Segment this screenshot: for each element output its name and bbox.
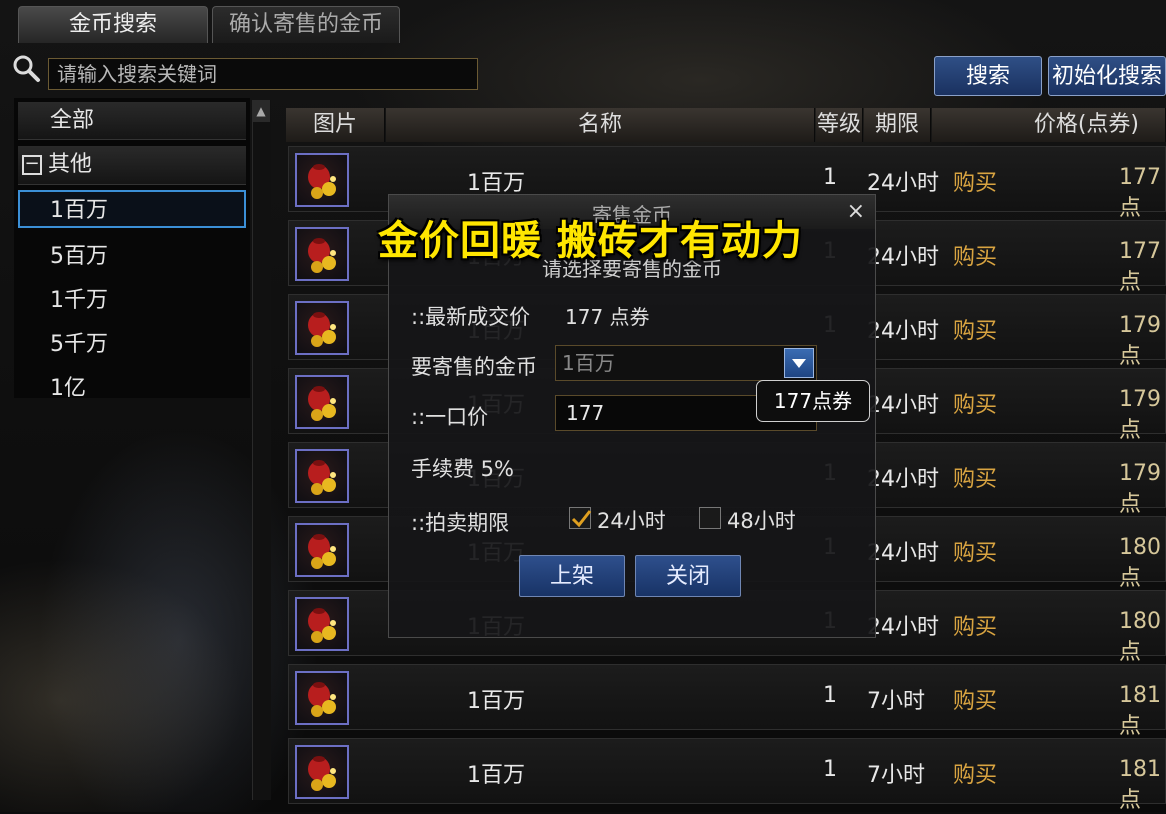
item-level: 1 [823, 683, 837, 708]
scroll-up-icon[interactable]: ▲ [252, 100, 270, 122]
buy-link[interactable]: 购买 [953, 313, 997, 345]
category-other-label: 其他 [48, 152, 93, 177]
item-period: 24小时 [867, 541, 939, 566]
gold-pouch-icon [295, 375, 349, 429]
option-48h-label: 48小时 [727, 509, 796, 533]
buy-link[interactable]: 购买 [953, 609, 997, 641]
search-icon [10, 52, 44, 86]
search-button[interactable]: 搜索 [934, 56, 1042, 96]
item-price: 177 点 [1119, 165, 1161, 221]
list-item-button[interactable]: 上架 [519, 555, 625, 597]
item-name: 1百万 [467, 171, 525, 196]
gold-pouch-icon [295, 449, 349, 503]
option-24h-label: 24小时 [597, 509, 666, 533]
buy-link[interactable]: 购买 [953, 239, 997, 271]
gold-pouch-icon [295, 523, 349, 577]
item-price: 180 点 [1119, 609, 1161, 665]
gold-pouch-icon [295, 745, 349, 799]
collapse-icon[interactable]: − [22, 155, 42, 175]
buy-link[interactable]: 购买 [953, 387, 997, 419]
header-name[interactable]: 名称 [386, 108, 815, 142]
item-price: 179 点 [1119, 313, 1161, 369]
table-header: 图片 名称 等级 期限 价格(点券) [286, 108, 1166, 142]
item-price: 179 点 [1119, 387, 1161, 443]
category-other[interactable]: − 其他 [18, 146, 246, 185]
item-period: 24小时 [867, 393, 939, 418]
buy-link[interactable]: 购买 [953, 683, 997, 715]
check-icon [571, 510, 592, 528]
header-price[interactable]: 价格(点券) [932, 108, 1166, 142]
buy-link[interactable]: 购买 [953, 461, 997, 493]
buy-link[interactable]: 购买 [953, 757, 997, 789]
gold-select[interactable]: 1百万 [555, 345, 817, 381]
gold-select-value: 1百万 [562, 351, 615, 375]
auction-period-label: ::拍卖期限 [411, 511, 510, 535]
gold-pouch-icon [295, 153, 349, 207]
buyout-label: ::一口价 [411, 405, 489, 429]
item-price: 181 点 [1119, 683, 1161, 739]
category-scrollbar[interactable] [252, 100, 271, 800]
category-item-5m[interactable]: 5百万 [18, 238, 246, 276]
item-price: 179 点 [1119, 461, 1161, 517]
tab-confirm-consigned[interactable]: 确认寄售的金币 [212, 6, 400, 43]
close-icon[interactable]: × [847, 199, 865, 224]
header-period[interactable]: 期限 [864, 108, 931, 142]
category-all[interactable]: 全部 [18, 102, 246, 140]
category-item-1m[interactable]: 1百万 [18, 190, 246, 228]
item-period: 24小时 [867, 467, 939, 492]
checkbox-48h[interactable] [699, 507, 721, 529]
latest-price-label: ::最新成交价 [411, 305, 531, 329]
header-level[interactable]: 等级 [816, 108, 863, 142]
item-name: 1百万 [467, 689, 525, 714]
close-dialog-button[interactable]: 关闭 [635, 555, 741, 597]
price-tooltip: 177点券 [756, 380, 870, 422]
chevron-down-icon[interactable] [784, 348, 814, 378]
table-row[interactable]: 1百万 1 7小时 购买 181 点 [288, 664, 1166, 739]
search-input[interactable]: 请输入搜索关键词 [48, 58, 478, 90]
overlay-caption: 金价回暖 搬砖才有动力 [378, 218, 803, 264]
checkbox-24h[interactable] [569, 507, 592, 529]
tab-gold-search[interactable]: 金币搜索 [18, 6, 208, 43]
gold-pouch-icon [295, 301, 349, 355]
item-period: 24小时 [867, 615, 939, 640]
item-price: 180 点 [1119, 535, 1161, 591]
table-row[interactable]: 1百万 1 7小时 购买 181 点 [288, 738, 1166, 813]
gold-pouch-icon [295, 671, 349, 725]
gold-select-label: 要寄售的金币 [411, 355, 537, 379]
gold-pouch-icon [295, 597, 349, 651]
buy-link[interactable]: 购买 [953, 165, 997, 197]
gold-pouch-icon [295, 227, 349, 281]
category-item-50m[interactable]: 5千万 [18, 326, 246, 364]
item-level: 1 [823, 757, 837, 782]
header-image: 图片 [286, 108, 385, 142]
latest-price-value: 177 点券 [565, 305, 650, 329]
fee-label: 手续费 5% [411, 457, 514, 481]
buy-link[interactable]: 购买 [953, 535, 997, 567]
category-item-10m[interactable]: 1千万 [18, 282, 246, 320]
item-price: 181 点 [1119, 757, 1161, 813]
reset-search-button[interactable]: 初始化搜索 [1048, 56, 1166, 96]
item-name: 1百万 [467, 763, 525, 788]
item-period: 24小时 [867, 319, 939, 344]
item-period: 7小时 [867, 689, 925, 714]
item-period: 24小时 [867, 245, 939, 270]
item-period: 24小时 [867, 171, 939, 196]
item-price: 177 点 [1119, 239, 1161, 295]
item-level: 1 [823, 165, 837, 190]
item-period: 7小时 [867, 763, 925, 788]
category-item-100m[interactable]: 1亿 [18, 370, 246, 408]
